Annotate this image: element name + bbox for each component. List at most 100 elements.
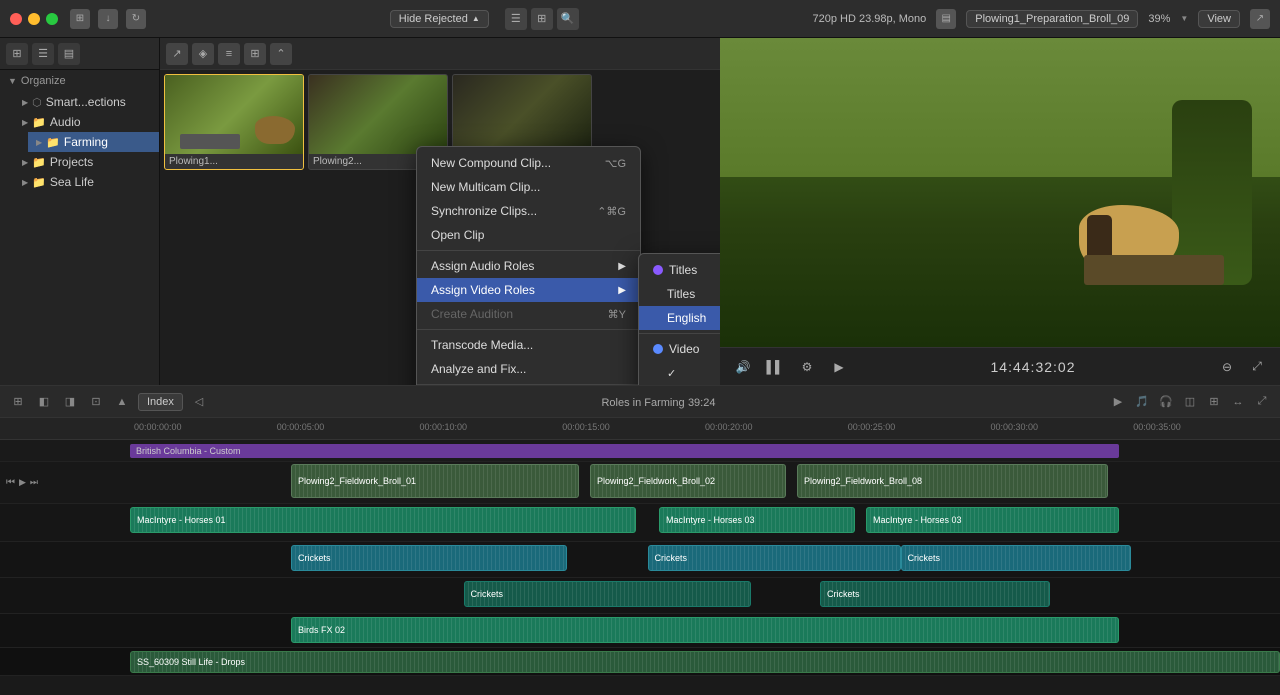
ctx-assign-video-roles[interactable]: Assign Video Roles ▶ <box>417 278 640 302</box>
tl-right-icon-7[interactable]: ⤢ <box>1252 392 1272 412</box>
submenu-video-main[interactable]: Video ⌃⌥V <box>639 337 720 361</box>
tl-icon-6[interactable]: ◁ <box>189 392 209 412</box>
tl-icon-4[interactable]: ⊡ <box>86 392 106 412</box>
color-bar-clip[interactable]: British Columbia - Custom <box>130 444 1119 458</box>
audio-horses-3[interactable]: MacIntyre - Horses 03 <box>866 507 1119 533</box>
ctx-synchronize-clips[interactable]: Synchronize Clips... ⌃⌘G <box>417 199 640 223</box>
quality-label: 720p HD 23.98p, Mono <box>813 13 927 25</box>
fullscreen-button[interactable] <box>46 13 58 25</box>
browser-icon3[interactable]: ≡ <box>218 43 240 65</box>
track-content-crickets2: Crickets Crickets <box>130 578 1280 613</box>
zoom-level: 39% <box>1148 13 1170 25</box>
ruler-mark-0: 00:00:00:00 <box>134 422 182 432</box>
timeline-center-info: Roles in Farming 39:24 <box>215 395 1102 409</box>
sidebar-item-sea-life[interactable]: ▶ 📁 Sea Life <box>14 172 159 192</box>
sidebar-item-smart-collections[interactable]: ▶ ⬡ Smart...ections <box>14 92 159 112</box>
sidebar-icon3[interactable]: ▤ <box>58 43 80 65</box>
video-clip-2[interactable]: Plowing2_Fieldwork_Broll_02 <box>590 464 786 498</box>
hide-rejected-button[interactable]: Hide Rejected ▲ <box>390 10 489 28</box>
track-content-bottom: SS_60309 Still Life - Drops <box>130 648 1280 675</box>
ctx-assign-audio-roles[interactable]: Assign Audio Roles ▶ <box>417 254 640 278</box>
video-clip-3[interactable]: Plowing2_Fieldwork_Broll_08 <box>797 464 1108 498</box>
fullscreen-icon[interactable]: ⤢ <box>1246 356 1268 378</box>
tl-icon-3[interactable]: ◨ <box>60 392 80 412</box>
video-clip-1[interactable]: Plowing2_Fieldwork_Broll_01 <box>291 464 579 498</box>
tl-right-icon-4[interactable]: ◫ <box>1180 392 1200 412</box>
crickets2-1[interactable]: Crickets <box>464 581 752 607</box>
browser-icon4[interactable]: ⊞ <box>244 43 266 65</box>
browser-icon1[interactable]: ↗ <box>166 43 188 65</box>
timecode-display: 14:44:32:02 <box>991 359 1076 375</box>
app: ⊞ ↓ ↻ Hide Rejected ▲ ☰ ⊞ 🔍 720p HD 23.9… <box>0 0 1280 695</box>
settings-icon[interactable]: ⚙ <box>796 356 818 378</box>
sidebar-item-farming[interactable]: ▶ 📁 Farming <box>28 132 159 152</box>
titlebar-center: Hide Rejected ▲ ☰ ⊞ 🔍 <box>156 8 813 30</box>
index-button[interactable]: Index <box>138 393 183 411</box>
ctx-open-clip[interactable]: Open Clip <box>417 223 640 247</box>
submenu-video-checked[interactable]: ✓ Video <box>639 361 720 385</box>
zoom-out-icon[interactable]: ⊖ <box>1216 356 1238 378</box>
list-view-button[interactable]: ☰ <box>505 8 527 30</box>
ctx-create-audition[interactable]: Create Audition ⌘Y <box>417 302 640 326</box>
quality-icon[interactable]: ▤ <box>936 9 956 29</box>
bottom-clip[interactable]: SS_60309 Still Life - Drops <box>130 651 1280 673</box>
browser-icon2[interactable]: ◈ <box>192 43 214 65</box>
sidebar-icon2[interactable]: ☰ <box>32 43 54 65</box>
crickets1-1[interactable]: Crickets <box>291 545 567 571</box>
track-audio-crickets1: Crickets Crickets Crickets <box>0 542 1280 578</box>
submenu-titles-main[interactable]: Titles ⌃⌥T <box>639 258 720 282</box>
ctx-new-multicam-clip[interactable]: New Multicam Clip... <box>417 175 640 199</box>
tl-icon-2[interactable]: ◧ <box>34 392 54 412</box>
submenu-english[interactable]: English ▌ <box>639 306 720 330</box>
audio-horses-1[interactable]: MacIntyre - Horses 01 <box>130 507 636 533</box>
grid-view-button[interactable]: ⊞ <box>531 8 553 30</box>
share-icon[interactable]: ↗ <box>1250 9 1270 29</box>
audio-horses-2[interactable]: MacIntyre - Horses 03 <box>659 507 855 533</box>
tl-right-icon-5[interactable]: ⊞ <box>1204 392 1224 412</box>
sidebar-item-audio[interactable]: ▶ 📁 Audio <box>14 112 159 132</box>
preview-controls: 🔊 ▌▌ ⚙ ▶ 14:44:32:02 ⊖ ⤢ <box>720 347 1280 385</box>
browser-icon5[interactable]: ⌃ <box>270 43 292 65</box>
sidebar-toolbar: ⊞ ☰ ▤ <box>0 38 159 70</box>
ruler-mark-3: 00:00:15:00 <box>562 422 610 432</box>
titlebar: ⊞ ↓ ↻ Hide Rejected ▲ ☰ ⊞ 🔍 720p HD 23.9… <box>0 0 1280 38</box>
search-button[interactable]: 🔍 <box>557 8 579 30</box>
ctx-sep-1 <box>417 250 640 251</box>
ctx-transcode-media[interactable]: Transcode Media... <box>417 333 640 357</box>
ruler-mark-7: 00:00:35:00 <box>1133 422 1181 432</box>
library-icon[interactable]: ⊞ <box>70 9 90 29</box>
crickets2-2[interactable]: Crickets <box>820 581 1050 607</box>
ctx-new-compound-clip[interactable]: New Compound Clip... ⌥G <box>417 151 640 175</box>
tl-icon-1[interactable]: ⊞ <box>8 392 28 412</box>
ruler-mark-4: 00:00:20:00 <box>705 422 753 432</box>
track-audio-birds: Birds FX 02 <box>0 614 1280 648</box>
birds-clip[interactable]: Birds FX 02 <box>291 617 1119 643</box>
tl-right-icon-2[interactable]: 🎵 <box>1132 392 1152 412</box>
play-button[interactable]: ▶ <box>828 356 850 378</box>
sync-icon[interactable]: ↻ <box>126 9 146 29</box>
view-button[interactable]: View <box>1198 10 1240 28</box>
track-content-video: Plowing2_Fieldwork_Broll_01 Plowing2_Fie… <box>130 462 1280 503</box>
crickets1-2[interactable]: Crickets <box>648 545 901 571</box>
track-audio-crickets2: Crickets Crickets <box>0 578 1280 614</box>
clip-item-1[interactable]: Plowing1... <box>164 74 304 170</box>
tl-right-icon-3[interactable]: 🎧 <box>1156 392 1176 412</box>
close-button[interactable] <box>10 13 22 25</box>
submenu-titles-sub[interactable]: Titles <box>639 282 720 306</box>
sidebar-icon1[interactable]: ⊞ <box>6 43 28 65</box>
volume-icon[interactable]: 🔊 <box>732 356 754 378</box>
audio-meter-icon[interactable]: ▌▌ <box>764 356 786 378</box>
import-icon[interactable]: ↓ <box>98 9 118 29</box>
clip-thumbnail-2 <box>309 75 448 154</box>
browser-area: ↗ ◈ ≡ ⊞ ⌃ Plowing <box>160 38 720 385</box>
sidebar-item-projects[interactable]: ▶ 📁 Projects <box>14 152 159 172</box>
ctx-analyze-fix[interactable]: Analyze and Fix... <box>417 357 640 381</box>
view-toggle: ☰ ⊞ 🔍 <box>505 8 579 30</box>
crickets1-3[interactable]: Crickets <box>901 545 1131 571</box>
tl-right-icon-1[interactable]: ▶ <box>1108 392 1128 412</box>
tl-icon-5[interactable]: ▲ <box>112 392 132 412</box>
traffic-lights <box>10 13 58 25</box>
minimize-button[interactable] <box>28 13 40 25</box>
preview-area: 🔊 ▌▌ ⚙ ▶ 14:44:32:02 ⊖ ⤢ <box>720 38 1280 385</box>
tl-right-icon-6[interactable]: ↔ <box>1228 392 1248 412</box>
